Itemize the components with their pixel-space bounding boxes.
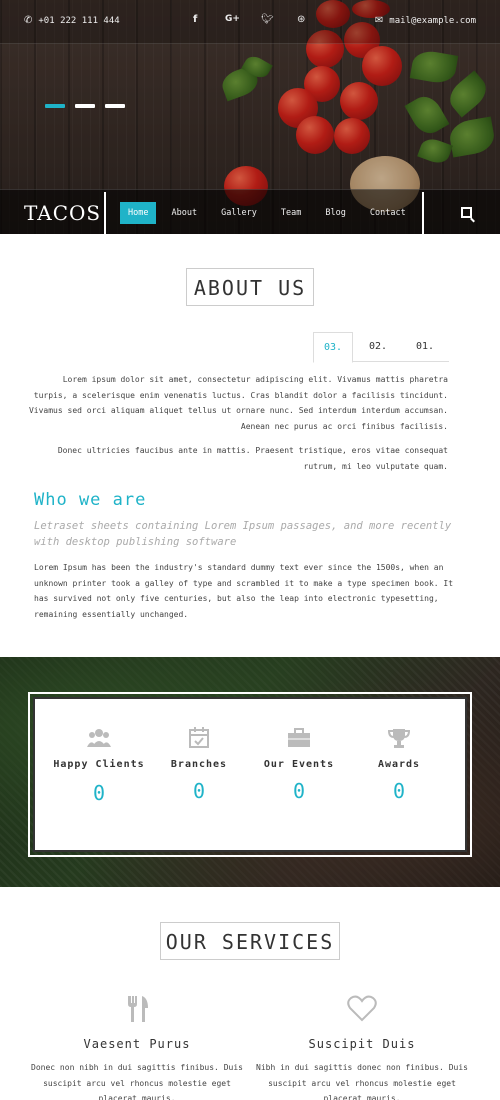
users-icon [87,727,111,749]
stat-label: Awards [377,759,421,770]
who-we-are-body: Lorem Ipsum has been the industry's stan… [34,563,454,619]
nav-item-gallery[interactable]: Gallery [212,202,266,224]
dribbble-icon[interactable]: ⊛ [297,14,305,25]
about-paragraph: Lorem ipsum dolor sit amet, consectetur … [28,375,448,431]
stat-our-events: Our Events 0 [249,699,349,803]
nav-item-about[interactable]: About [162,202,206,224]
stats-panel: Happy Clients 0 Branches 0 Our Events 0 … [33,697,467,852]
search-icon[interactable] [461,207,472,218]
tab-02[interactable]: 02. [358,332,398,362]
slider-indicator[interactable] [45,104,65,108]
phone-icon: ✆ [24,15,33,26]
nav-item-home[interactable]: Home [120,202,157,224]
slider-indicators [45,104,125,108]
service-title: Suscipit Duis [308,1037,416,1051]
site-logo[interactable]: TACOS [24,201,101,225]
hero-banner: ✆ +01 222 111 444 f G+ 🐦︎ ⊛ ✉ mail@examp… [0,0,500,234]
stat-label: Our Events [263,759,335,770]
tab-01[interactable]: 01. [405,332,445,362]
nav-divider [422,192,424,234]
nav-item-contact[interactable]: Contact [361,202,415,224]
google-plus-icon[interactable]: G+ [225,14,240,24]
nav-divider [104,192,106,234]
stat-happy-clients: Happy Clients 0 [49,699,149,805]
stat-label: Branches [170,759,228,770]
slider-indicator[interactable] [75,104,95,108]
tab-03[interactable]: 03. [313,332,353,363]
stat-count: 0 [92,781,106,805]
about-tabs: 03. 02. 01. [313,332,449,363]
stat-count: 0 [192,779,206,803]
calendar-icon [187,727,211,749]
stat-count: 0 [392,779,406,803]
envelope-icon: ✉ [374,15,384,26]
who-we-are-heading: Who we are [34,490,147,510]
service-title: Vaesent Purus [83,1037,191,1051]
email-address: mail@example.com [389,15,476,26]
about-section-title: ABOUT US [186,268,314,306]
stats-section: Happy Clients 0 Branches 0 Our Events 0 … [0,657,500,887]
stat-branches: Branches 0 [149,699,249,803]
phone-number: +01 222 111 444 [38,15,120,26]
cutlery-icon [122,995,152,1023]
about-paragraph: Donec ultricies faucibus ante in mattis.… [57,446,448,471]
slider-indicator[interactable] [105,104,125,108]
service-description: Donec non nibh in dui sagittis finibus. … [31,1063,243,1100]
nav-item-team[interactable]: Team [272,202,310,224]
stat-count: 0 [292,779,306,803]
service-description: Nibh in dui sagittis donec non finibus. … [256,1063,468,1100]
stat-label: Happy Clients [53,759,145,770]
briefcase-icon [287,727,311,749]
main-navigation: TACOS Home About Gallery Team Blog Conta… [0,189,500,234]
stat-awards: Awards 0 [349,699,449,803]
heart-icon [347,995,377,1023]
service-card: Suscipit Duis Nibh in dui sagittis donec… [252,995,472,1100]
phone-contact[interactable]: ✆ +01 222 111 444 [24,15,120,26]
twitter-icon[interactable]: 🐦︎ [261,14,274,25]
email-contact[interactable]: ✉ mail@example.com [375,15,476,26]
trophy-icon [387,727,411,749]
top-contact-bar: ✆ +01 222 111 444 f G+ 🐦︎ ⊛ ✉ mail@examp… [0,0,500,44]
nav-menu: Home About Gallery Team Blog Contact [120,202,421,224]
nav-item-blog[interactable]: Blog [316,202,354,224]
services-section-title: OUR SERVICES [160,922,340,960]
service-card: Vaesent Purus Donec non nibh in dui sagi… [27,995,247,1100]
facebook-icon[interactable]: f [193,14,197,25]
who-we-are-subtitle: Letraset sheets containing Lorem Ipsum p… [34,520,452,548]
